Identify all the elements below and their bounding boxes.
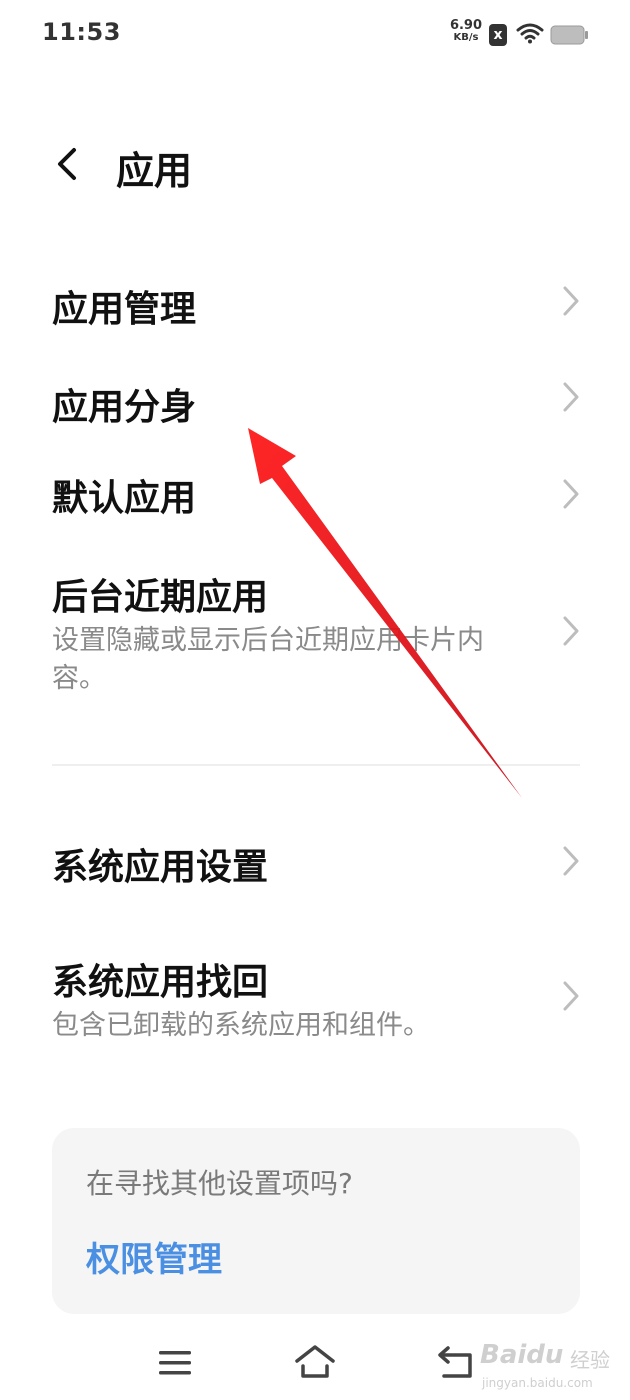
battery-icon (550, 25, 588, 45)
network-speed-value: 6.90 (449, 18, 483, 33)
watermark-brand: Baidu (480, 1340, 564, 1370)
menu-item-subtitle: 设置隐藏或显示后台近期应用卡片内容。 (52, 625, 484, 694)
home-icon[interactable] (294, 1344, 336, 1380)
menu-item-default-apps[interactable]: 默认应用 (0, 445, 630, 540)
menu-item-title: 默认应用 (52, 478, 197, 519)
menu-item-app-clone[interactable]: 应用分身 (0, 350, 630, 445)
status-time: 11:53 (42, 18, 121, 46)
wifi-icon (516, 23, 544, 44)
menu-item-title: 系统应用找回 (52, 962, 269, 1003)
watermark: Baidu 经验 jingyan.baidu.com (474, 1332, 624, 1394)
app-bar: 应用 (0, 120, 630, 210)
permission-management-link[interactable]: 权限管理 (86, 1232, 222, 1281)
suggestion-question: 在寻找其他设置项吗? (86, 1167, 353, 1200)
menu-item-title: 后台近期应用 (52, 577, 269, 618)
menu-item-title: 系统应用设置 (52, 847, 269, 888)
status-bar: 11:53 6.90 KB/s x (0, 0, 630, 70)
watermark-cn: 经验 (570, 1348, 610, 1372)
network-speed-unit: KB/s (453, 32, 479, 43)
menu-icon[interactable] (158, 1348, 192, 1378)
page-title: 应用 (116, 149, 193, 193)
chevron-right-icon (563, 981, 579, 1011)
chevron-right-icon (563, 382, 579, 412)
menu-item-app-management[interactable]: 应用管理 (0, 250, 630, 350)
menu-item-subtitle: 包含已卸载的系统应用和组件。 (52, 1010, 430, 1041)
chevron-right-icon (563, 286, 579, 316)
watermark-url: jingyan.baidu.com (482, 1376, 593, 1390)
menu-item-recent-apps[interactable]: 后台近期应用 设置隐藏或显示后台近期应用卡片内容。 (0, 540, 630, 710)
chevron-left-icon[interactable] (48, 144, 88, 184)
chevron-right-icon (563, 846, 579, 876)
suggestion-card: 在寻找其他设置项吗? 权限管理 (52, 1128, 580, 1314)
menu-item-system-app-settings[interactable]: 系统应用设置 (0, 810, 630, 910)
back-icon[interactable] (436, 1344, 476, 1380)
section-divider (52, 764, 580, 766)
chevron-right-icon (563, 479, 579, 509)
menu-item-title: 应用分身 (52, 387, 197, 428)
menu-item-title: 应用管理 (52, 289, 197, 330)
menu-item-system-app-recovery[interactable]: 系统应用找回 包含已卸载的系统应用和组件。 (0, 925, 630, 1055)
chevron-right-icon (563, 616, 579, 646)
network-speed: 6.90 KB/s (446, 18, 486, 44)
sim-off-icon: x (489, 24, 507, 46)
